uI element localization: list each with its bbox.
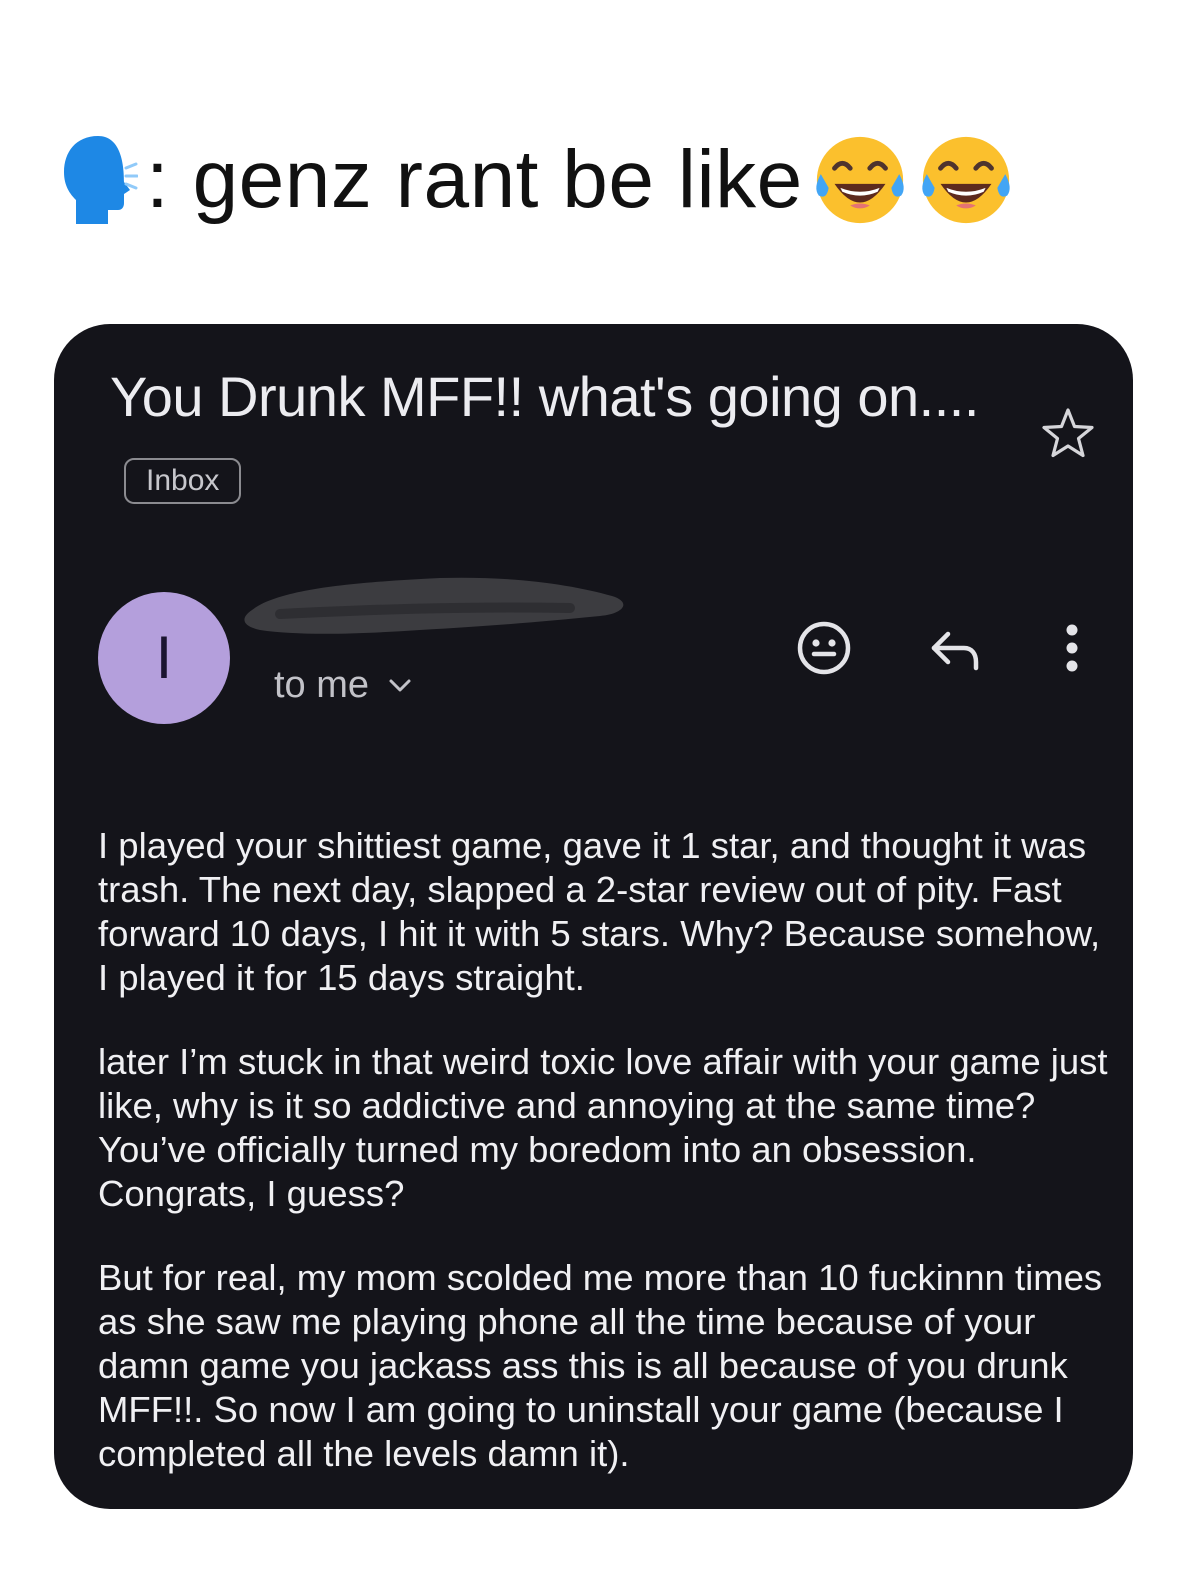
emoji-reaction-icon[interactable] xyxy=(792,616,856,680)
email-card: You Drunk MFF!! what's going on.... Inbox… xyxy=(54,324,1133,1509)
email-subject: You Drunk MFF!! what's going on.... Inbox xyxy=(110,354,990,526)
recipient-toggle[interactable]: to me xyxy=(274,664,413,707)
email-paragraph: later I’m stuck in that weird toxic love… xyxy=(98,1041,1108,1214)
more-vert-icon[interactable] xyxy=(1040,616,1104,680)
caption: : genz rant be like xyxy=(58,120,1015,240)
email-paragraph: I played your shittiest game, gave it 1 … xyxy=(98,825,1101,998)
reply-icon[interactable] xyxy=(924,618,988,682)
laughing-tears-icon xyxy=(922,136,1010,224)
email-subject-text: You Drunk MFF!! what's going on.... xyxy=(110,365,979,428)
speaking-head-icon xyxy=(64,136,138,224)
chevron-down-icon xyxy=(389,679,411,691)
caption-text: : genz rant be like xyxy=(146,134,803,225)
email-body: I played your shittiest game, gave it 1 … xyxy=(98,824,1108,1516)
sender-avatar[interactable]: I xyxy=(98,592,230,724)
laughing-tears-icon xyxy=(816,136,904,224)
inbox-label-badge[interactable]: Inbox xyxy=(124,458,242,505)
redacted-sender-name xyxy=(244,577,624,634)
star-icon[interactable] xyxy=(1038,404,1098,464)
recipient-label: to me xyxy=(274,664,370,706)
email-paragraph: But for real, my mom scolded me more tha… xyxy=(98,1257,1103,1474)
